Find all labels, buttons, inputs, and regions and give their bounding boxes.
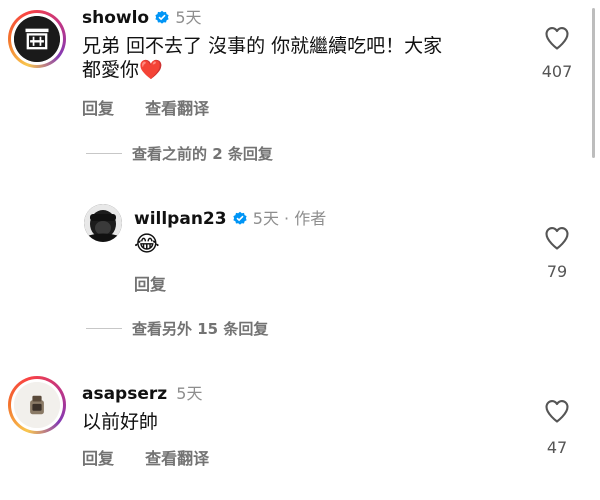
thread-line	[86, 153, 122, 154]
translate-button[interactable]: 查看翻译	[145, 449, 209, 468]
like-heart-icon[interactable]	[542, 24, 572, 52]
thread-line	[86, 328, 122, 329]
avatar-showlo[interactable]	[8, 10, 66, 68]
reply-button[interactable]: 回复	[82, 449, 114, 468]
like-heart-icon[interactable]	[542, 397, 572, 425]
avatar-photo-icon	[14, 382, 60, 428]
verified-badge-icon	[155, 10, 169, 24]
comment-timestamp: 5天	[176, 384, 203, 403]
comment-timestamp: 5天 · 作者	[252, 209, 327, 228]
comment-item-willpan23: willpan23 5天 · 作者 😂 79 回复	[0, 190, 600, 300]
comment-text: 以前好帥	[82, 411, 159, 433]
comment-text: 兄弟 回不去了 沒事的 你就繼續吃吧！大家 都愛你❤️	[82, 35, 443, 81]
avatar-asapserz[interactable]	[8, 376, 66, 434]
avatar-willpan23[interactable]	[84, 204, 122, 242]
comment-username[interactable]: willpan23	[134, 209, 227, 229]
view-more-replies[interactable]: 查看另外 15 条回复	[86, 318, 268, 339]
comment-item-asapserz: asapserz 5天 以前好帥 47 回复 查看翻译	[0, 370, 600, 500]
reply-button[interactable]: 回复	[134, 275, 166, 294]
view-previous-replies[interactable]: 查看之前的 2 条回复	[86, 143, 273, 164]
comment-timestamp: 5天	[175, 8, 202, 27]
like-count: 47	[546, 438, 568, 457]
heart-emoji: ❤️	[139, 59, 163, 81]
showlo-logo-icon	[14, 16, 60, 62]
verified-badge-icon	[233, 211, 247, 225]
comment-username[interactable]: asapserz	[82, 384, 167, 404]
comment-username[interactable]: showlo	[82, 8, 149, 28]
like-count: 407	[541, 62, 573, 81]
translate-button[interactable]: 查看翻译	[145, 99, 209, 118]
avatar-photo-icon	[84, 204, 122, 242]
comment-item-showlo: showlo 5天 兄弟 回不去了 沒事的 你就繼續吃吧！大家 都愛你❤️ 40…	[0, 0, 600, 130]
comment-emoji: 😂	[134, 232, 160, 257]
reply-button[interactable]: 回复	[82, 99, 114, 118]
like-count: 79	[546, 262, 568, 281]
like-heart-icon[interactable]	[542, 224, 572, 252]
